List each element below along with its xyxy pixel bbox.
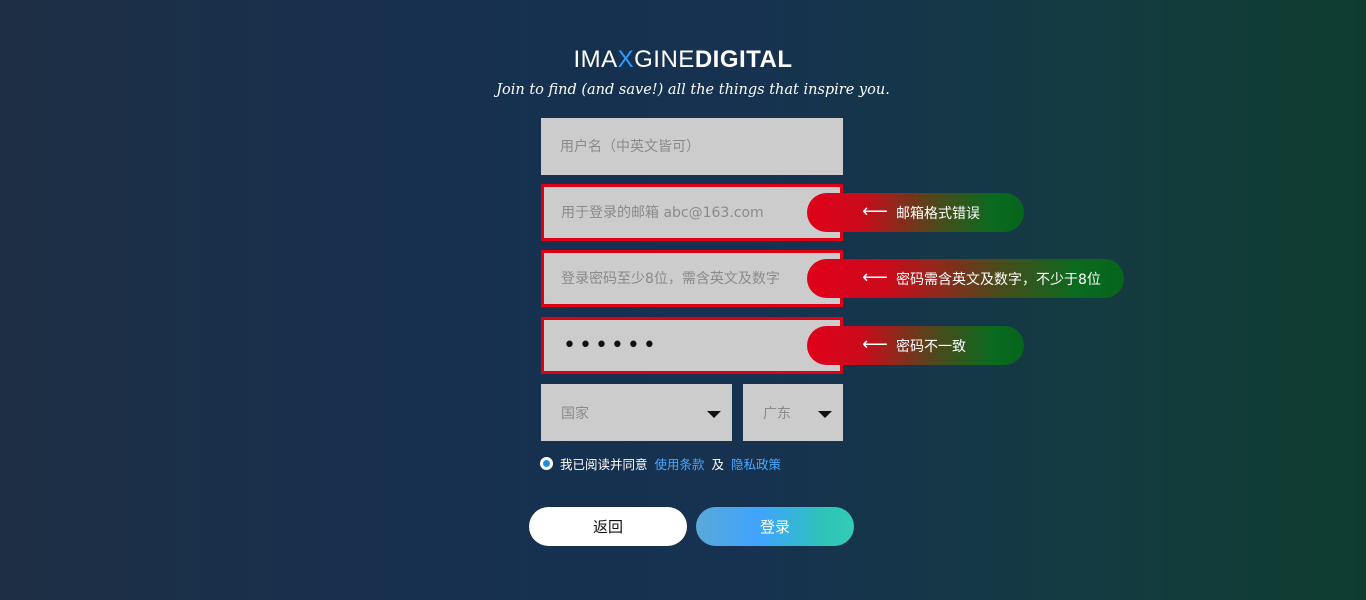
privacy-link[interactable]: 隐私政策 — [731, 454, 781, 473]
agreement-conjunction: 及 — [711, 457, 725, 472]
logo-text-digital: DIGITAL — [694, 46, 793, 73]
logo-text-ima: IMA — [573, 46, 618, 73]
email-input[interactable] — [544, 187, 840, 238]
chevron-down-icon — [818, 411, 832, 418]
brand-logo: IMAXGINEDIGITAL — [0, 46, 1366, 74]
password-field-wrapper — [541, 250, 843, 307]
confirm-password-input[interactable]: •••••• — [563, 333, 659, 358]
chevron-down-icon — [707, 411, 721, 418]
logo-text-gine: GINE — [634, 46, 695, 73]
email-field-wrapper — [541, 184, 843, 241]
province-select-value: 广东 — [763, 406, 791, 422]
email-error-text: 邮箱格式错误 — [896, 205, 980, 222]
email-error-tip: ⟵ 邮箱格式错误 — [807, 193, 1024, 232]
agreement-row: 我已阅读并同意 使用条款 及 隐私政策 — [540, 454, 788, 473]
password-error-text: 密码需含英文及数字，不少于8位 — [896, 271, 1101, 288]
confirm-password-error-tip: ⟵ 密码不一致 — [807, 326, 1024, 365]
confirm-password-field-wrapper[interactable]: •••••• — [541, 317, 843, 374]
username-input[interactable] — [541, 118, 843, 175]
terms-link[interactable]: 使用条款 — [655, 454, 705, 473]
logo-text-x: X — [617, 46, 635, 73]
agreement-text: 我已阅读并同意 — [560, 457, 648, 472]
province-select[interactable]: 广东 — [743, 384, 843, 441]
country-select-value: 国家 — [561, 406, 589, 422]
country-select[interactable]: 国家 — [541, 384, 732, 441]
back-button[interactable]: 返回 — [529, 507, 687, 546]
password-input[interactable] — [544, 253, 840, 304]
tagline: Join to find (and save!) all the things … — [496, 82, 890, 98]
username-field-wrapper — [541, 118, 843, 175]
arrow-left-icon: ⟵ — [862, 201, 888, 222]
confirm-password-error-text: 密码不一致 — [896, 338, 966, 355]
arrow-left-icon: ⟵ — [862, 267, 888, 288]
password-error-tip: ⟵ 密码需含英文及数字，不少于8位 — [807, 259, 1124, 298]
arrow-left-icon: ⟵ — [862, 334, 888, 355]
login-button[interactable]: 登录 — [696, 507, 854, 546]
agree-radio[interactable] — [540, 457, 553, 470]
